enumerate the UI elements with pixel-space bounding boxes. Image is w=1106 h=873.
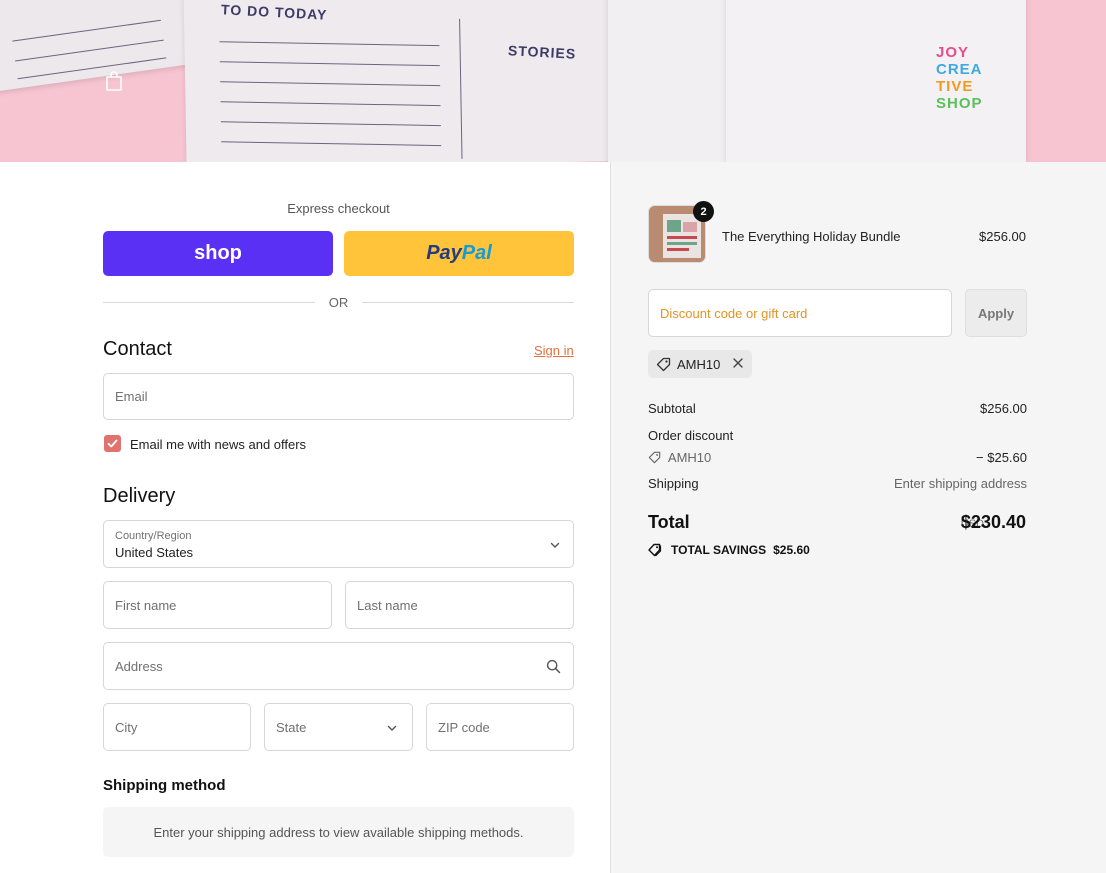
savings-tag-icon — [648, 543, 662, 557]
logo-line: TIVE — [936, 78, 974, 95]
shipping-method-heading: Shipping method — [103, 777, 226, 794]
shopping-bag-icon[interactable] — [104, 70, 124, 92]
paypal-label-part2: Pal — [461, 242, 492, 264]
search-icon[interactable] — [546, 659, 561, 674]
savings-label: TOTAL SAVINGS — [671, 543, 767, 557]
shipping-method-message: Enter your shipping address to view avai… — [103, 807, 574, 857]
contact-heading: Contact — [103, 338, 172, 360]
banner-paper — [608, 0, 728, 162]
applied-discount-code: AMH10 — [677, 356, 721, 372]
brand-logo[interactable]: JOY CREA TIVE SHOP — [936, 44, 992, 116]
tag-icon — [656, 357, 671, 371]
newsletter-checkbox[interactable] — [104, 435, 121, 452]
discount-code-label: AMH10 — [667, 450, 712, 465]
discount-value: − $25.60 — [976, 450, 1027, 465]
or-divider: OR — [103, 295, 574, 311]
applied-discount-chip: AMH10 — [648, 350, 752, 378]
product-name: The Everything Holiday Bundle — [722, 229, 901, 244]
apply-discount-button[interactable]: Apply — [965, 289, 1027, 337]
newsletter-label: Email me with news and offers — [130, 437, 307, 452]
order-summary-column: 2 The Everything Holiday Bundle $256.00 … — [610, 162, 1106, 873]
logo-line: CREA — [936, 61, 983, 78]
shop-pay-button[interactable]: shop — [103, 231, 333, 276]
hero-banner: TO DO TODAY STORIES JOY CREA TIVE SHOP — [0, 0, 1106, 162]
address-input[interactable] — [104, 643, 573, 689]
subtotal-value: $256.00 — [980, 401, 1027, 416]
quantity-badge: 2 — [693, 201, 714, 222]
shop-pay-label: shop — [194, 242, 242, 264]
express-checkout-label: Express checkout — [287, 201, 390, 216]
shipping-value: Enter shipping address — [894, 476, 1027, 491]
sign-in-link[interactable]: Sign in — [534, 343, 574, 358]
country-label: Country/Region — [115, 530, 192, 542]
chevron-down-icon — [387, 725, 397, 731]
checkout-form-column: Express checkout shop Pay Pal OR Contact … — [0, 162, 610, 873]
zip-input[interactable] — [427, 704, 573, 750]
state-select[interactable]: State — [264, 703, 413, 751]
city-field[interactable] — [103, 703, 251, 751]
zip-field[interactable] — [426, 703, 574, 751]
address-field[interactable] — [103, 642, 574, 690]
chevron-down-icon — [550, 542, 560, 548]
order-discount-label: Order discount — [648, 428, 734, 443]
logo-line: SHOP — [936, 95, 983, 112]
subtotal-row: Subtotal $256.00 — [648, 401, 1027, 416]
banner-paper — [0, 0, 203, 93]
logo-line: JOY — [936, 44, 970, 61]
country-select[interactable]: Country/Region United States — [103, 520, 574, 568]
discount-code-row: AMH10 − $25.60 — [648, 450, 1027, 465]
product-price: $256.00 — [979, 229, 1026, 244]
first-name-input[interactable] — [104, 582, 331, 628]
total-savings: TOTAL SAVINGS $25.60 — [648, 543, 810, 557]
email-field[interactable] — [103, 373, 574, 420]
checkmark-icon — [107, 439, 118, 448]
discount-code-input[interactable] — [649, 290, 951, 336]
order-discount-row: Order discount — [648, 428, 1027, 443]
state-label: State — [276, 720, 307, 735]
country-value: United States — [115, 545, 194, 560]
first-name-field[interactable] — [103, 581, 332, 629]
delivery-heading: Delivery — [103, 485, 176, 507]
paypal-button[interactable]: Pay Pal — [344, 231, 574, 276]
email-input[interactable] — [104, 374, 573, 419]
total-label: Total — [648, 512, 690, 532]
banner-paper — [183, 0, 612, 162]
last-name-input[interactable] — [346, 582, 573, 628]
subtotal-label: Subtotal — [648, 401, 696, 416]
discount-code-field[interactable] — [648, 289, 952, 337]
shipping-label: Shipping — [648, 476, 699, 491]
paypal-label-part1: Pay — [426, 242, 462, 264]
shipping-row: Shipping Enter shipping address — [648, 476, 1027, 491]
close-icon[interactable] — [732, 357, 744, 369]
tag-icon — [648, 451, 661, 464]
city-input[interactable] — [104, 704, 250, 750]
total-value: $230.40 — [960, 512, 1026, 532]
savings-value: $25.60 — [773, 543, 810, 557]
last-name-field[interactable] — [345, 581, 574, 629]
